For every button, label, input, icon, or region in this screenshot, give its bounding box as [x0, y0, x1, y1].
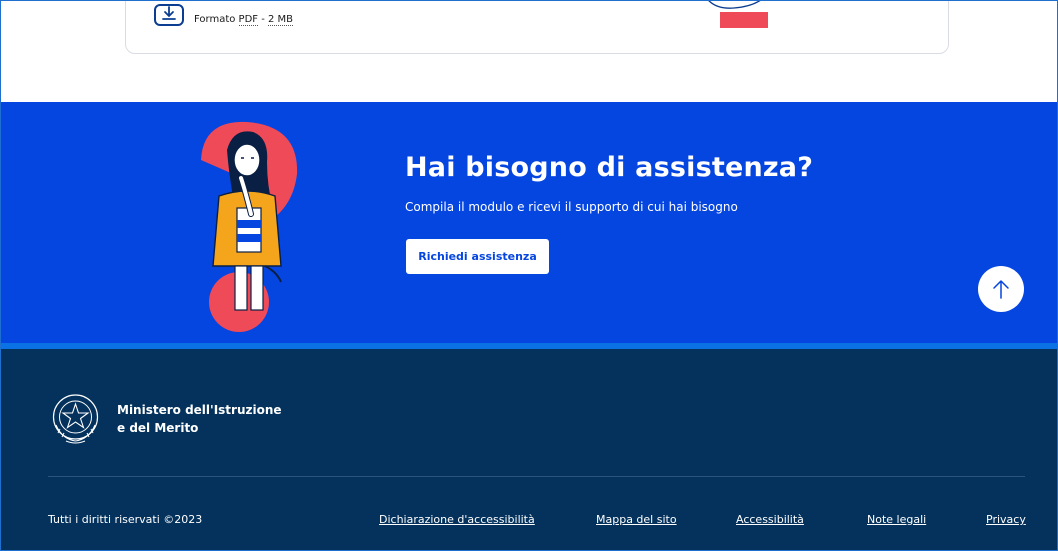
- request-assistance-button[interactable]: Richiedi assistenza: [406, 239, 549, 274]
- arrow-up-icon: [993, 280, 1009, 299]
- assistance-banner: Hai bisogno di assistenza? Compila il mo…: [1, 102, 1057, 343]
- file-meta-prefix: Formato: [194, 14, 239, 25]
- thinking-woman-illustration: [201, 121, 298, 332]
- document-section: Formato PDF - 2 MB: [1, 1, 1057, 102]
- card-illustration: [708, 1, 768, 28]
- back-to-top-button[interactable]: [978, 266, 1024, 312]
- footer-link-privacy[interactable]: Privacy: [986, 513, 1026, 526]
- download-card[interactable]: Formato PDF - 2 MB: [125, 1, 949, 54]
- assistance-subtitle: Compila il modulo e ricevi il supporto d…: [405, 200, 738, 214]
- italian-republic-emblem-icon: [52, 394, 99, 444]
- site-footer: Ministero dell'Istruzione e del Merito T…: [1, 349, 1057, 550]
- file-meta-separator: -: [258, 14, 268, 25]
- ministry-name-line2: e del Merito: [117, 421, 199, 435]
- footer-link-legal-notes[interactable]: Note legali: [867, 513, 926, 526]
- assistance-title: Hai bisogno di assistenza?: [405, 152, 814, 183]
- file-format: PDF: [238, 14, 259, 26]
- ministry-name-line1: Ministero dell'Istruzione: [117, 403, 282, 417]
- footer-divider: [48, 476, 1025, 477]
- copyright-text: Tutti i diritti riservati ©2023: [48, 513, 203, 526]
- footer-link-sitemap[interactable]: Mappa del sito: [596, 513, 677, 526]
- ministry-name[interactable]: Ministero dell'Istruzione e del Merito: [117, 401, 282, 437]
- file-size: 2 MB: [268, 14, 294, 26]
- footer-link-accessibility-statement[interactable]: Dichiarazione d'accessibilità: [379, 513, 535, 526]
- download-icon[interactable]: [154, 4, 184, 26]
- footer-link-accessibility[interactable]: Accessibilità: [736, 513, 804, 526]
- file-meta: Formato PDF - 2 MB: [194, 14, 294, 26]
- page-frame: Formato PDF - 2 MB Hai bisogno di assist…: [0, 0, 1058, 551]
